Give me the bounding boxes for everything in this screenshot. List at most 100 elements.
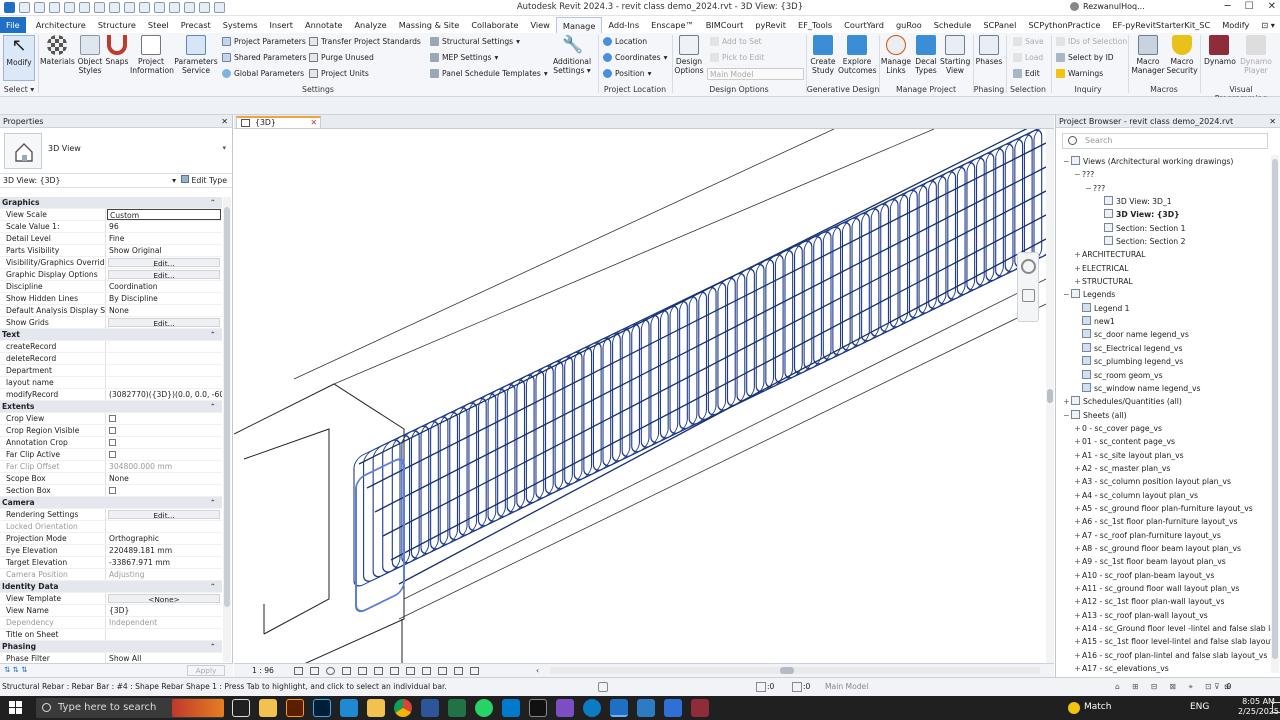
property-value[interactable]: Fine <box>106 233 222 244</box>
minimize-icon[interactable]: ─ <box>1225 1 1231 12</box>
expand-icon[interactable]: + <box>1073 582 1082 595</box>
expand-icon[interactable]: + <box>1073 569 1082 582</box>
property-value[interactable] <box>106 341 222 352</box>
save-icon[interactable] <box>34 2 45 13</box>
browser-node[interactable]: 3D View: {3D} <box>1056 208 1272 221</box>
crop-region-icon[interactable] <box>390 667 399 675</box>
purge-unused-button[interactable]: Purge Unused <box>309 53 374 62</box>
properties-scrollbar[interactable] <box>223 197 231 662</box>
expand-icon[interactable]: + <box>1073 262 1082 275</box>
tab-view[interactable]: View <box>524 17 555 33</box>
detail-level-icon[interactable] <box>294 667 303 675</box>
scroll-left-icon[interactable]: ‹ <box>536 664 539 677</box>
edit-button[interactable]: Edit... <box>108 318 220 328</box>
filter-icon[interactable]: ⊽ <box>1214 678 1220 696</box>
print-icon[interactable] <box>94 2 105 13</box>
phases-button[interactable]: Phases <box>975 35 1003 66</box>
3d-view-icon[interactable] <box>154 2 165 13</box>
browser-node[interactable]: +A9 - sc_1st floor beam layout plan_vs <box>1056 555 1272 568</box>
project-units-button[interactable]: Project Units <box>309 69 369 78</box>
autocad-icon[interactable] <box>637 699 655 717</box>
tab-steel[interactable]: Steel <box>142 17 175 33</box>
tab-enscape[interactable]: Enscape™ <box>645 17 700 33</box>
property-value[interactable]: 304800.000 mm <box>106 461 222 472</box>
vscode-icon[interactable] <box>340 699 358 717</box>
main-model-select[interactable]: Main Model <box>707 68 804 80</box>
chevron-down-icon[interactable]: ▾ <box>222 144 226 152</box>
tab-file[interactable]: File <box>0 17 26 33</box>
category-extents[interactable]: Extents ⌃ <box>0 401 222 413</box>
expand-icon[interactable]: + <box>1073 489 1082 502</box>
checkbox[interactable] <box>109 487 116 494</box>
edit-button[interactable]: <None> <box>108 594 220 604</box>
expand-icon[interactable]: + <box>1073 275 1082 288</box>
property-value[interactable]: 220489.181 mm <box>106 545 222 556</box>
revit-logo-icon[interactable] <box>4 2 15 13</box>
parameters-service-button[interactable]: Parameters Service <box>174 35 218 75</box>
weather-text[interactable]: Match <box>1084 702 1194 712</box>
select-by-id-button[interactable]: Select by ID <box>1056 53 1114 62</box>
collapse-icon[interactable]: ⌃ <box>210 329 216 341</box>
edit-type-button[interactable]: ▾ Edit Type <box>172 174 227 188</box>
tab-analyze[interactable]: Analyze <box>348 17 392 33</box>
dimension-icon[interactable] <box>124 2 135 13</box>
rendering-icon[interactable] <box>358 667 367 675</box>
tab-architecture[interactable]: Architecture <box>30 17 92 33</box>
global-parameters-button[interactable]: Global Parameters <box>222 69 304 78</box>
expand-icon[interactable]: + <box>1073 435 1082 448</box>
browser-node[interactable]: − Sheets (all) <box>1056 409 1272 422</box>
browser-node[interactable]: Section: Section 1 <box>1056 222 1272 235</box>
property-value[interactable] <box>106 365 222 376</box>
navigation-bar[interactable] <box>1017 252 1039 322</box>
category-camera[interactable]: Camera ⌃ <box>0 497 222 509</box>
property-value[interactable]: None <box>106 305 222 316</box>
browser-node[interactable]: Section: Section 2 <box>1056 235 1272 248</box>
design-options-status-icon[interactable] <box>792 682 802 692</box>
collapse-icon[interactable]: ⌃ <box>210 497 216 509</box>
tab-add-ins[interactable]: Add-Ins <box>602 17 645 33</box>
expand-icon[interactable]: + <box>1073 449 1082 462</box>
collapse-icon[interactable]: ⌃ <box>210 641 216 653</box>
apply-button[interactable]: Apply <box>187 665 225 676</box>
crop-view-icon[interactable] <box>374 667 383 675</box>
worksets-icon[interactable] <box>598 682 608 692</box>
category-identity-data[interactable]: Identity Data ⌃ <box>0 581 222 593</box>
user-account[interactable]: RezwanulHoq... <box>1070 2 1145 11</box>
undo-icon[interactable] <box>64 2 75 13</box>
property-value[interactable]: Show Original <box>106 245 222 256</box>
property-value[interactable] <box>106 377 222 388</box>
category-text[interactable]: Text ⌃ <box>0 329 222 341</box>
close-tab-icon[interactable]: ✕ <box>310 118 317 128</box>
browser-node[interactable]: +A16 - sc_roof plan-lintel and false sla… <box>1056 649 1272 662</box>
property-value[interactable] <box>106 521 222 532</box>
expand-icon[interactable]: + <box>1073 529 1082 542</box>
tab-systems[interactable]: Systems <box>217 17 264 33</box>
checkbox[interactable] <box>109 427 116 434</box>
browser-node[interactable]: sc_Electrical legend_vs <box>1056 342 1272 355</box>
snaps-button[interactable]: Snaps <box>104 35 130 66</box>
browser-search-input[interactable]: Search <box>1062 133 1268 149</box>
property-value[interactable]: -33867.971 mm <box>106 557 222 568</box>
language-indicator[interactable]: ENG <box>1190 702 1209 712</box>
visual-style-icon[interactable] <box>310 667 319 675</box>
text-icon[interactable] <box>139 2 150 13</box>
expand-icon[interactable]: + <box>1073 622 1082 635</box>
expand-icon[interactable]: + <box>1062 395 1071 408</box>
browser-node[interactable]: +ARCHITECTURAL <box>1056 248 1272 261</box>
property-value[interactable]: None <box>106 473 222 484</box>
browser-node[interactable]: +A11 - sc_ground floor wall layout plan_… <box>1056 582 1272 595</box>
create-study-button[interactable]: Create Study <box>808 35 838 75</box>
tab-manage[interactable]: Manage <box>555 17 603 33</box>
file-explorer-icon[interactable] <box>259 699 277 717</box>
tab-guroo[interactable]: guRoo <box>890 17 928 33</box>
tab-ef-pyrevitstarterkit-sc[interactable]: EF-pyRevitStarterKit_SC <box>1106 17 1216 33</box>
type-selector[interactable]: 3D View ▾ <box>0 128 232 174</box>
section-icon[interactable] <box>169 2 180 13</box>
view-scale[interactable]: 1 : 96 <box>252 664 274 677</box>
temporary-hide-icon[interactable] <box>422 667 431 675</box>
browser-node[interactable]: +A10 - sc_roof plan-beam layout_vs <box>1056 569 1272 582</box>
browser-node[interactable]: − Legends <box>1056 288 1272 301</box>
reveal-hidden-icon[interactable] <box>438 667 447 675</box>
sync-icon[interactable] <box>49 2 60 13</box>
view-tab-3d[interactable]: {3D} ✕ <box>236 116 321 129</box>
